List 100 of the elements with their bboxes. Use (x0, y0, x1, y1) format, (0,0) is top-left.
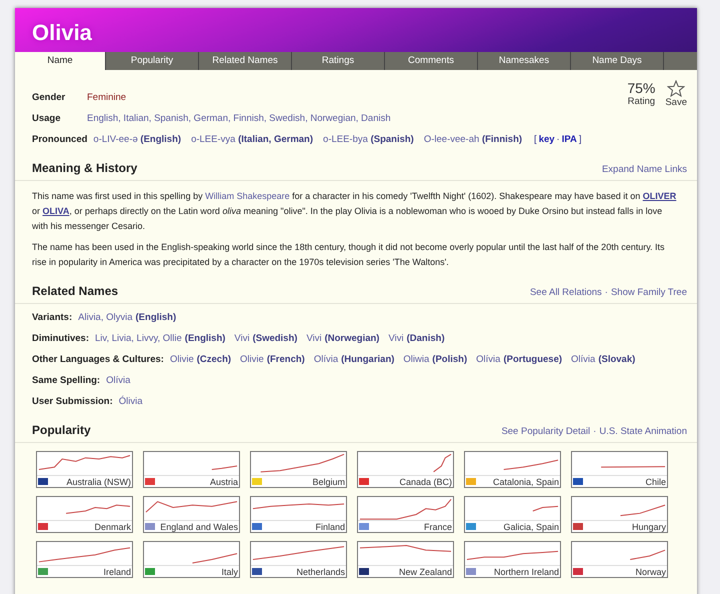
fact-label: Pronounced (32, 134, 88, 145)
history-paragraph: The name has been used in the English-speaking world since the 18th century, though it did not become overly popular until the last half of the 20th century. Its rise in popularity in America was precipitated by a character on the 1970s television series 'The Waltons'. (32, 241, 666, 269)
region-name: Northern Ireland (494, 566, 559, 577)
tab[interactable]: Related Names (199, 52, 292, 70)
popularity-thumbnail[interactable]: Austria (143, 451, 240, 488)
region-name: Galicia, Spain (503, 522, 559, 532)
trend-line (192, 553, 238, 564)
region-name: New Zealand (398, 566, 452, 577)
related-name-link[interactable]: Olívia (Hungarian) (314, 354, 394, 365)
usage-value[interactable]: English, Italian, Spanish, German, Finnish, Swedish, Norwegian, Danish (87, 113, 391, 124)
section-link[interactable]: U.S. State Animation (599, 426, 687, 437)
relation-label: Same Spelling: (32, 375, 100, 386)
trend-line (630, 550, 666, 560)
bracket: [ (534, 134, 537, 145)
popularity-thumbnail[interactable]: Netherlands (250, 541, 347, 578)
relation-label: User Submission: (32, 396, 113, 407)
related-name-link[interactable]: Liv, Livia, Livvy, Ollie (English) (95, 333, 226, 344)
trend-line (620, 504, 666, 516)
tab[interactable]: Comments (385, 52, 478, 70)
tab[interactable]: Namesakes (478, 52, 571, 70)
popularity-thumbnail[interactable]: New Zealand (357, 541, 454, 578)
popularity-thumbnail[interactable]: France (357, 496, 454, 533)
popularity-thumbnail[interactable]: Norway (571, 541, 668, 578)
name-link[interactable]: OLIVER (642, 191, 676, 201)
section-heading: Popularity (32, 423, 91, 437)
popularity-thumbnail[interactable]: Hungary (571, 496, 668, 533)
name-title: Olivia (32, 20, 92, 46)
related-name-link[interactable]: Vivi (Swedish) (234, 333, 298, 344)
popularity-thumbnail[interactable]: Finland (250, 496, 347, 533)
popularity-thumbnail[interactable]: Australia (NSW) (36, 451, 133, 488)
region-name: Ireland (103, 566, 131, 577)
popularity-thumbnail[interactable]: Catalonia, Spain (464, 451, 561, 488)
section-heading: Meaning & History (32, 161, 138, 175)
region-name: Denmark (94, 522, 131, 532)
region-name: Chile (645, 476, 666, 487)
region-name: Australia (NSW) (66, 476, 131, 487)
popularity-thumbnail[interactable]: Galicia, Spain (464, 496, 561, 533)
rating-button[interactable]: 75% Rating (627, 80, 656, 147)
key-link[interactable]: key (538, 134, 555, 145)
ipa-link[interactable]: IPA (562, 134, 577, 145)
separator: · (604, 287, 608, 298)
region-name: Austria (210, 476, 238, 487)
separator: · (593, 426, 596, 437)
gender-value[interactable]: Feminine (87, 92, 126, 103)
region-name: Catalonia, Spain (492, 476, 559, 487)
bracket: ] (578, 134, 582, 145)
pronunciation: o-LEE-vya (Italian, German) (191, 134, 314, 145)
region-name: England and Wales (160, 522, 238, 532)
popularity-thumbnail[interactable]: Canada (BC) (357, 451, 454, 488)
related-name-link[interactable]: Ólivia (118, 396, 143, 407)
trend-line (433, 454, 452, 472)
relation-label: Diminutives: (32, 333, 90, 344)
tab[interactable]: Popularity (106, 52, 199, 70)
related-name-link[interactable]: Olivie (French) (240, 354, 305, 365)
related-name-link[interactable]: Vivi (Danish) (388, 333, 445, 344)
region-name: France (424, 522, 452, 532)
pronunciation: o-LIV-ee-ə (English) (93, 134, 182, 145)
fact-label: Gender (32, 92, 66, 103)
related-name-link[interactable]: Vivi (Norwegian) (306, 333, 380, 344)
history-paragraph: This name was first used in this spelling by William Shakespeare for a character in his comedy 'Twelfth Night' (1602). Shakespeare may have based it on OLIVER or OLIVA, or perhaps directly on the Latin word oliva meaning "olive". In the play Olivia is a noblewoman who is wooed by Duke Orsino but instead falls in love with his messenger Cesario. (32, 190, 678, 233)
trend-line (600, 466, 666, 468)
region-name: Finland (315, 522, 345, 532)
tab[interactable]: Ratings (292, 52, 385, 70)
region-name: Belgium (312, 476, 345, 487)
section-heading: Related Names (32, 284, 118, 298)
section-link[interactable]: See All Relations (530, 287, 602, 298)
popularity-thumbnail[interactable]: England and Wales (143, 496, 240, 533)
tab[interactable]: Name (15, 52, 106, 70)
popularity-thumbnail[interactable]: Denmark (36, 496, 133, 533)
trend-line (532, 506, 559, 512)
related-name-link[interactable]: Oliwia (Polish) (403, 354, 468, 365)
tab[interactable]: Name Days (571, 52, 664, 70)
popularity-thumbnail[interactable]: Ireland (36, 541, 133, 578)
trend-line (66, 504, 131, 514)
section-link[interactable]: See Popularity Detail (501, 426, 590, 437)
region-name: Netherlands (296, 566, 345, 577)
related-name-link[interactable]: Olivie (Czech) (170, 354, 232, 365)
person-link[interactable]: William Shakespeare (205, 191, 290, 201)
section-link[interactable]: Show Family Tree (610, 287, 687, 298)
trend-line (211, 466, 238, 470)
region-name: Norway (635, 566, 666, 577)
related-name-link[interactable]: Olívia (Slovak) (571, 354, 636, 365)
pronunciation: o-LEE-bya (Spanish) (323, 134, 414, 145)
related-name-link[interactable]: Olívia (106, 375, 130, 386)
related-name-link[interactable]: Olívia (Portuguese) (476, 354, 562, 365)
popularity-thumbnail[interactable]: Belgium (250, 451, 347, 488)
related-name-link[interactable]: Alivia, Olyvia (English) (78, 312, 176, 323)
region-name: Hungary (632, 522, 666, 532)
relation-label: Variants: (32, 312, 72, 323)
fact-label: Usage (32, 113, 62, 124)
save-button[interactable]: Save (665, 80, 687, 147)
star-icon (667, 80, 686, 97)
pronunciation: O-lee-vee-ah (Finnish) (424, 134, 522, 145)
popularity-thumbnail[interactable]: Chile (571, 451, 668, 488)
name-link[interactable]: OLIVA (42, 206, 70, 216)
separator: · (556, 134, 560, 145)
popularity-thumbnail[interactable]: Northern Ireland (464, 541, 561, 578)
trend-line (503, 460, 559, 470)
popularity-thumbnail[interactable]: Italy (143, 541, 240, 578)
section-link[interactable]: Expand Name Links (602, 164, 687, 175)
